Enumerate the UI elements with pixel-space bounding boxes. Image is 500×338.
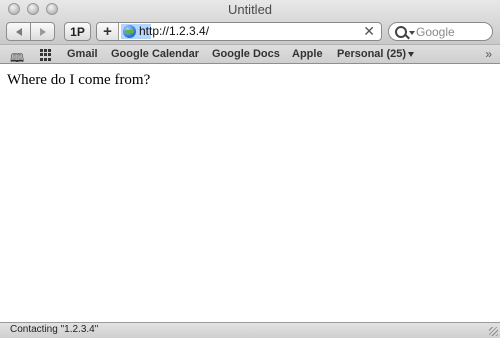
search-field[interactable]: Google [388, 22, 493, 41]
resize-grip-icon[interactable] [489, 327, 498, 336]
search-icon [395, 26, 407, 38]
add-bookmark-button[interactable]: + [97, 23, 119, 40]
bookmark-folder-personal[interactable]: Personal (25) [337, 48, 415, 60]
page-body-text: Where do I come from? [7, 72, 151, 88]
page-content: Where do I come from? [0, 64, 500, 322]
status-bar: Contacting "1.2.3.4" [0, 322, 500, 338]
back-button[interactable] [6, 22, 31, 41]
search-placeholder: Google [416, 25, 455, 39]
address-bar[interactable]: + http://1.2.3.4/ ✕ [96, 22, 382, 41]
back-arrow-icon [15, 27, 22, 36]
search-menu-caret-icon[interactable] [409, 31, 415, 35]
forward-button[interactable] [30, 22, 55, 41]
window-title: Untitled [227, 2, 273, 17]
bookmark-folder-label: Personal (25) [337, 48, 407, 60]
bookmark-google-calendar[interactable]: Google Calendar [111, 48, 199, 60]
onepassword-button[interactable]: 1P [64, 22, 91, 41]
clear-url-icon[interactable]: ✕ [363, 23, 375, 40]
status-text: Contacting "1.2.3.4" [10, 324, 99, 335]
window-toolbar: Untitled 1P + http://1.2.3.4/ ✕ Google [0, 0, 500, 44]
bookmark-gmail[interactable]: Gmail [67, 48, 98, 60]
browser-window: Untitled 1P + http://1.2.3.4/ ✕ Google 🕮 [0, 0, 500, 338]
bookmark-apple[interactable]: Apple [292, 48, 323, 60]
bookmarks-overflow-icon[interactable]: » [485, 47, 492, 61]
bookmark-google-docs[interactable]: Google Docs [212, 48, 280, 60]
globe-icon [123, 25, 136, 38]
url-input[interactable]: http://1.2.3.4/ [139, 24, 209, 38]
bookmarks-bar: 🕮 Gmail Google Calendar Google Docs Appl… [0, 44, 500, 65]
navigation-buttons [6, 22, 56, 41]
forward-arrow-icon [39, 27, 46, 36]
folder-dropdown-icon [408, 51, 415, 57]
top-sites-grid-icon[interactable] [40, 49, 52, 61]
